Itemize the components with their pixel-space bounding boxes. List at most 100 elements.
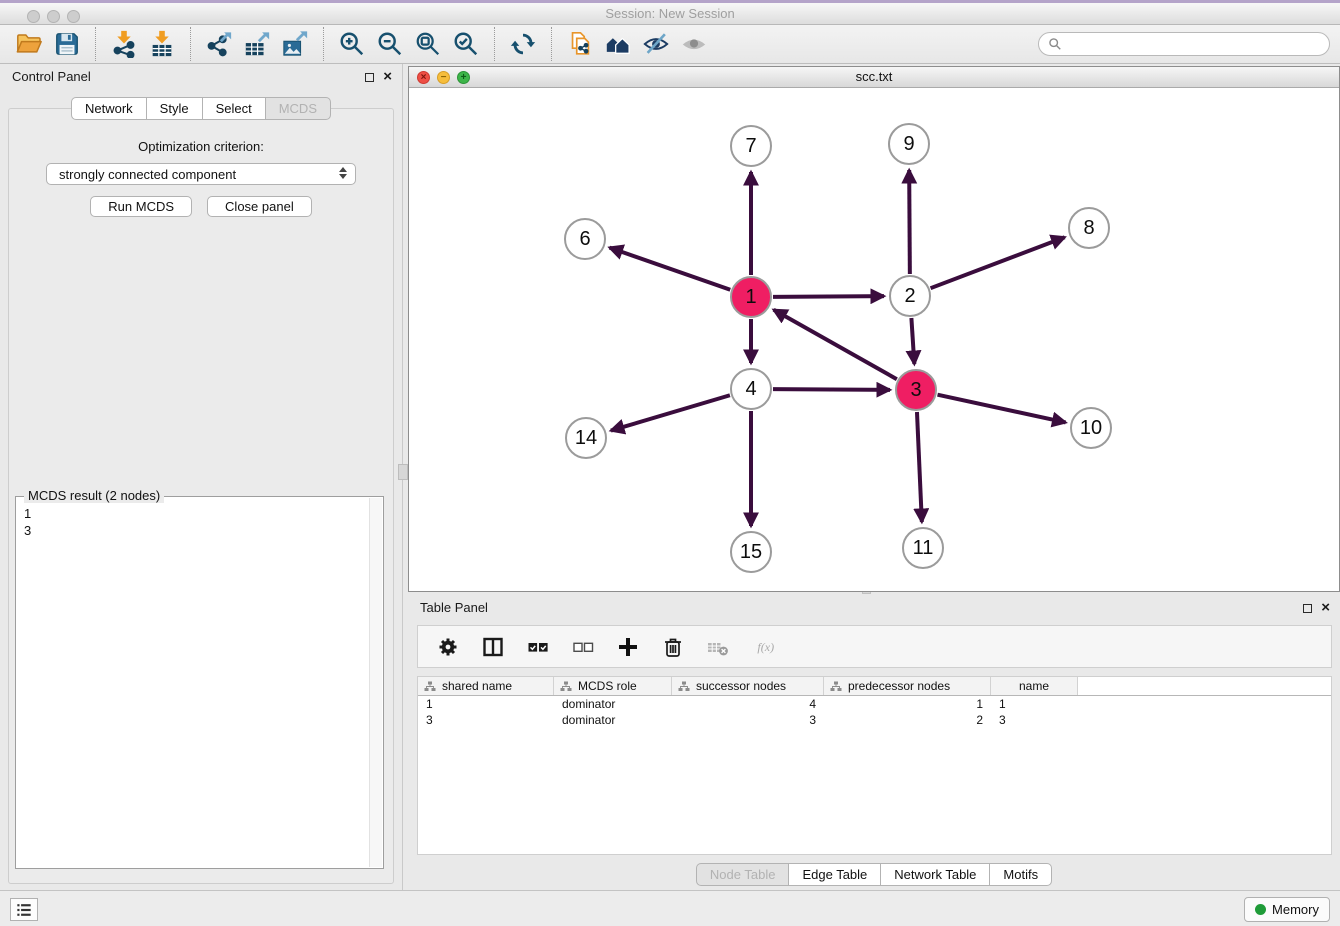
table-cell[interactable]: dominator: [554, 696, 672, 712]
graph-node-6[interactable]: 6: [564, 218, 606, 260]
graph-node-3[interactable]: 3: [895, 369, 937, 411]
show-all-icon: [675, 27, 713, 61]
column-header-predecessor-nodes[interactable]: predecessor nodes: [824, 677, 991, 695]
tab-network-table[interactable]: Network Table: [880, 863, 990, 886]
tab-select[interactable]: Select: [202, 97, 266, 120]
tab-edge-table[interactable]: Edge Table: [788, 863, 881, 886]
zoom-in-icon[interactable]: [333, 27, 371, 61]
table-cell[interactable]: 4: [672, 696, 824, 712]
export-image-icon[interactable]: [276, 27, 314, 61]
control-panel-header: Control Panel ×: [0, 64, 402, 90]
tab-network[interactable]: Network: [71, 97, 147, 120]
table-cell[interactable]: 3: [672, 712, 824, 728]
close-table-panel-icon[interactable]: ×: [1321, 603, 1330, 613]
control-panel-title: Control Panel: [12, 69, 91, 84]
tab-motifs[interactable]: Motifs: [989, 863, 1052, 886]
open-file-icon[interactable]: [10, 27, 48, 61]
function-builder-icon: f(x): [750, 634, 786, 660]
first-neighbors-icon[interactable]: [599, 27, 637, 61]
save-session-icon[interactable]: [48, 27, 86, 61]
float-panel-icon[interactable]: [365, 73, 374, 82]
graph-node-14[interactable]: 14: [565, 417, 607, 459]
splitter-grip[interactable]: [398, 464, 408, 480]
graph-edge-2-3[interactable]: [911, 318, 914, 364]
graph-edge-1-2[interactable]: [773, 296, 884, 297]
hide-selected-icon[interactable]: [637, 27, 675, 61]
delete-column-icon[interactable]: [660, 634, 686, 660]
graph-node-9[interactable]: 9: [888, 123, 930, 165]
float-table-panel-icon[interactable]: [1303, 604, 1312, 613]
control-panel-tabs: NetworkStyleSelectMCDS: [0, 97, 402, 120]
import-table-icon[interactable]: [143, 27, 181, 61]
select-stepper-icon: [339, 167, 347, 179]
run-mcds-button[interactable]: Run MCDS: [90, 196, 192, 217]
memory-label: Memory: [1272, 902, 1319, 917]
graph-node-15[interactable]: 15: [730, 531, 772, 573]
refresh-layout-icon[interactable]: [504, 27, 542, 61]
graph-node-10[interactable]: 10: [1070, 407, 1112, 449]
graph-node-4[interactable]: 4: [730, 368, 772, 410]
graph-edges: [409, 88, 1339, 591]
table-panel: Table Panel × f(x) shared nameMCDS roles…: [408, 595, 1340, 890]
column-header-MCDS-role[interactable]: MCDS role: [554, 677, 672, 695]
network-window-title: scc.txt: [409, 69, 1339, 84]
graph-node-1[interactable]: 1: [730, 276, 772, 318]
search-box[interactable]: [1038, 32, 1330, 56]
export-table-icon[interactable]: [238, 27, 276, 61]
table-cell[interactable]: 3: [418, 712, 554, 728]
table-panel-tabs: Node TableEdge TableNetwork TableMotifs: [408, 863, 1340, 886]
table-settings-icon[interactable]: [435, 634, 461, 660]
graph-node-11[interactable]: 11: [902, 527, 944, 569]
toolbar-separator: [190, 27, 191, 61]
column-header-filler: [1078, 677, 1331, 695]
table-cell[interactable]: 1: [824, 696, 991, 712]
table-row[interactable]: 3dominator323: [418, 712, 1331, 728]
add-column-icon[interactable]: [615, 634, 641, 660]
graph-edge-1-6[interactable]: [610, 248, 731, 290]
export-network-icon[interactable]: [200, 27, 238, 61]
search-input[interactable]: [1067, 37, 1320, 52]
zoom-selected-icon[interactable]: [447, 27, 485, 61]
column-visibility-icon[interactable]: [480, 634, 506, 660]
table-cell[interactable]: 1: [418, 696, 554, 712]
mcds-result-title: MCDS result (2 nodes): [24, 488, 164, 503]
table-cell[interactable]: 2: [824, 712, 991, 728]
graph-edge-4-3[interactable]: [773, 389, 890, 390]
memory-status-icon: [1255, 904, 1266, 915]
tab-mcds[interactable]: MCDS: [265, 97, 331, 120]
table-row[interactable]: 1dominator411: [418, 696, 1331, 712]
graph-edge-3-11[interactable]: [917, 412, 922, 522]
criterion-select[interactable]: strongly connected component: [46, 163, 356, 185]
network-canvas[interactable]: 7 9 6 8 1 2 4 3 14 10 15 11: [409, 88, 1339, 591]
tab-style[interactable]: Style: [146, 97, 203, 120]
column-header-successor-nodes[interactable]: successor nodes: [672, 677, 824, 695]
graph-node-8[interactable]: 8: [1068, 207, 1110, 249]
graph-node-7[interactable]: 7: [730, 125, 772, 167]
table-cell[interactable]: 3: [991, 712, 1078, 728]
memory-button[interactable]: Memory: [1244, 897, 1330, 922]
graph-edge-2-8[interactable]: [931, 237, 1065, 288]
graph-node-2[interactable]: 2: [889, 275, 931, 317]
close-panel-button[interactable]: Close panel: [207, 196, 312, 217]
network-window-titlebar[interactable]: × − + scc.txt: [409, 67, 1339, 88]
task-history-button[interactable]: [10, 898, 38, 921]
deselect-all-icon[interactable]: [570, 634, 596, 660]
graph-edge-3-1[interactable]: [774, 310, 897, 379]
toolbar-separator: [323, 27, 324, 61]
zoom-out-icon[interactable]: [371, 27, 409, 61]
graph-edge-3-10[interactable]: [937, 395, 1065, 423]
table-cell[interactable]: dominator: [554, 712, 672, 728]
select-all-icon[interactable]: [525, 634, 551, 660]
tab-node-table[interactable]: Node Table: [696, 863, 790, 886]
column-header-shared-name[interactable]: shared name: [418, 677, 554, 695]
graph-edge-2-9[interactable]: [909, 170, 910, 274]
clone-network-icon[interactable]: [561, 27, 599, 61]
graph-edge-4-14[interactable]: [611, 395, 730, 430]
result-scrollbar[interactable]: [369, 498, 382, 867]
column-header-name[interactable]: name: [991, 677, 1078, 695]
table-cell[interactable]: 1: [991, 696, 1078, 712]
delete-table-icon: [705, 634, 731, 660]
close-panel-icon[interactable]: ×: [383, 72, 392, 82]
import-network-icon[interactable]: [105, 27, 143, 61]
zoom-fit-icon[interactable]: [409, 27, 447, 61]
